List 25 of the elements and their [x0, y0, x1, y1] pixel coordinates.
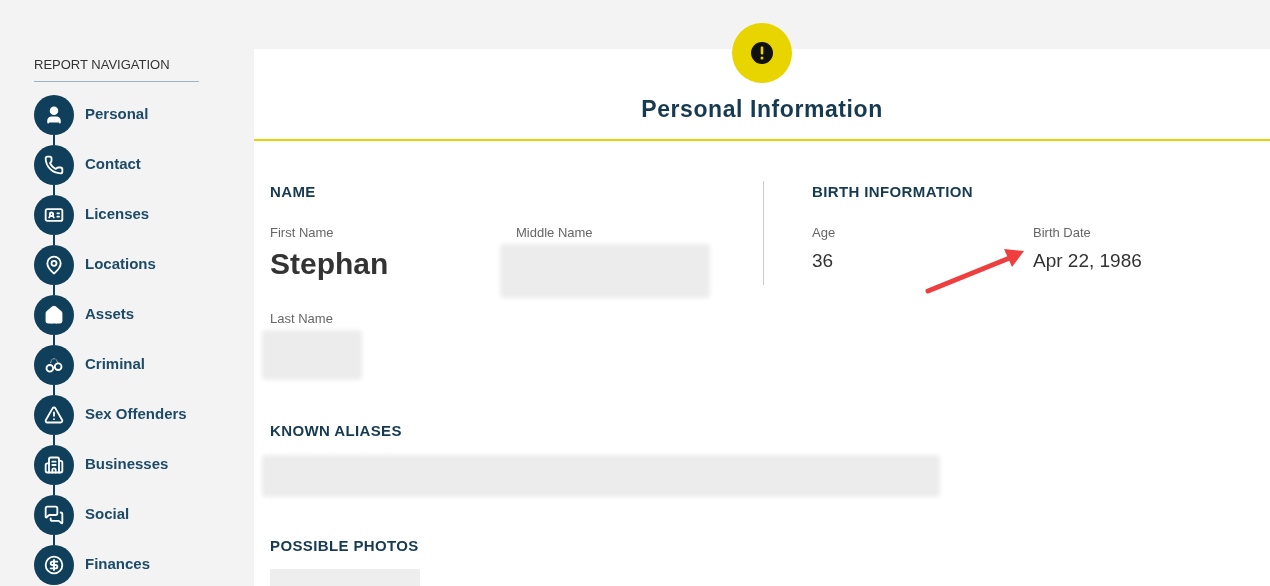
nav-link[interactable]: Finances	[85, 553, 151, 576]
field-label: Age	[812, 224, 837, 242]
nav-link[interactable]: Criminal	[85, 353, 145, 376]
nav-link[interactable]: Licenses	[85, 203, 150, 226]
nav-link[interactable]: Locations	[85, 253, 156, 276]
section-heading: NAME	[270, 181, 317, 202]
section-heading: KNOWN ALIASES	[270, 421, 403, 441]
nav-link[interactable]: Sex Offenders	[85, 403, 187, 426]
field-label: Middle Name	[516, 224, 594, 242]
first-name-value: Stephan	[270, 245, 390, 282]
nav-link[interactable]: Personal	[85, 103, 149, 126]
alert-icon	[732, 23, 792, 83]
nav-link[interactable]: Contact	[85, 153, 141, 176]
field-label: Last Name	[270, 309, 334, 328]
birth-date-value: Apr 22, 1986	[1033, 248, 1142, 273]
age-value: 36	[812, 248, 834, 273]
section-heading: POSSIBLE PHOTOS	[270, 535, 420, 556]
sidebar-title: REPORT NAVIGATION	[34, 55, 199, 82]
section-heading: BIRTH INFORMATION	[812, 181, 975, 202]
field-label: First Name	[270, 224, 335, 242]
field-label: Birth Date	[1033, 224, 1092, 242]
nav-link[interactable]: Assets	[85, 303, 135, 326]
page-title: Personal Information	[641, 95, 883, 124]
nav-link[interactable]: Social	[85, 503, 130, 526]
nav-link[interactable]: Businesses	[85, 453, 169, 476]
